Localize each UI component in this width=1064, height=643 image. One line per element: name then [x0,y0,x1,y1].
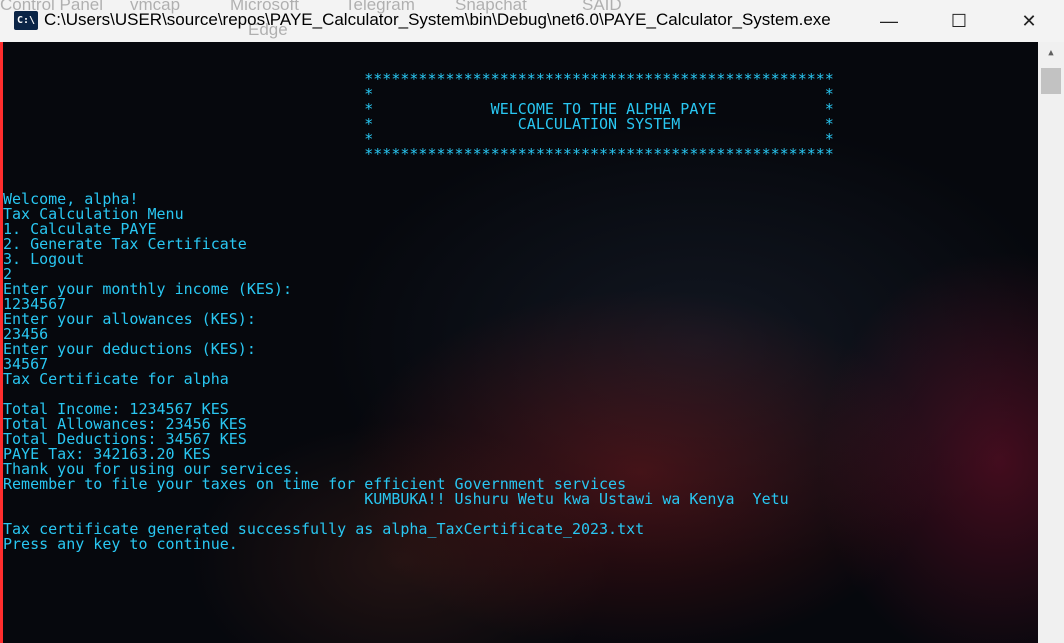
maximize-icon: ☐ [950,10,968,31]
minimize-icon: — [880,10,898,31]
maximize-button[interactable]: ☐ [924,0,994,42]
continue-prompt: Press any key to continue. [3,535,238,553]
console-text: ****************************************… [3,42,834,552]
menu-option-logout: 3. Logout [3,250,85,268]
allowances-prompt: Enter your allowances (KES): [3,310,256,328]
certificate-heading: Tax Certificate for alpha [3,370,229,388]
window-edge-strip [0,42,3,643]
close-icon: ✕ [1021,10,1037,31]
banner-border-bottom: ****************************************… [3,145,834,163]
vertical-scrollbar[interactable]: ▲ [1038,42,1064,643]
scroll-thumb[interactable] [1041,68,1061,94]
income-prompt: Enter your monthly income (KES): [3,280,292,298]
console-output-area[interactable]: ****************************************… [0,42,1038,643]
deductions-prompt: Enter your deductions (KES): [3,340,256,358]
window-title: C:\Users\USER\source\repos\PAYE_Calculat… [44,10,831,29]
kumbuka-message: KUMBUKA!! Ushuru Wetu kwa Ustawi wa Keny… [3,490,789,508]
console-app-icon: C:\ [14,11,38,30]
menu-option-certificate: 2. Generate Tax Certificate [3,235,247,253]
title-bar[interactable]: Control Panel vmcap Microsoft Telegram S… [0,0,1064,42]
minimize-button[interactable]: — [854,0,924,42]
scroll-up-arrow-icon[interactable]: ▲ [1038,42,1064,64]
close-button[interactable]: ✕ [994,0,1064,42]
